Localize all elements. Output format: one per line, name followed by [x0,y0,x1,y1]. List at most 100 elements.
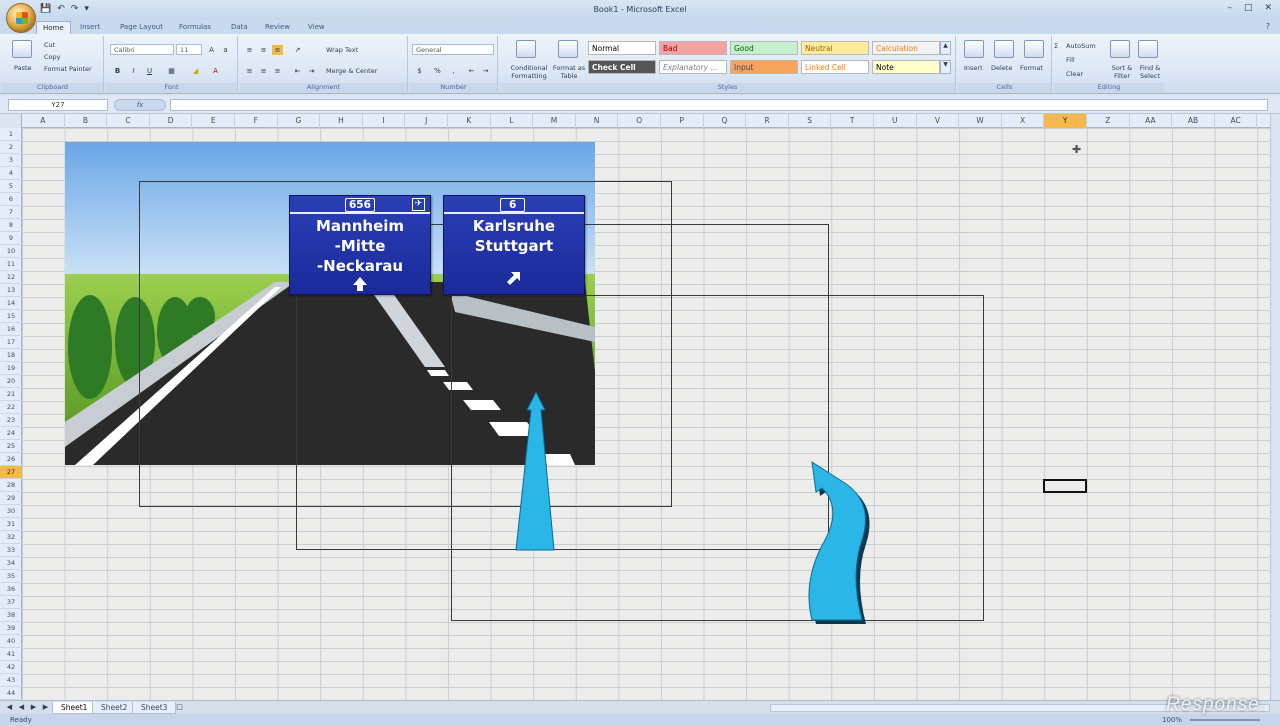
row-header-42[interactable]: 42 [0,661,22,674]
styles-scroll-up-icon[interactable]: ▲ [940,41,951,55]
fill-color-icon[interactable]: ◢ [190,66,201,76]
wrap-text-button[interactable]: Wrap Text [326,46,358,54]
row-header-34[interactable]: 34 [0,557,22,570]
clear-button[interactable]: Clear [1066,70,1083,78]
row-header-43[interactable]: 43 [0,674,22,687]
column-header-e[interactable]: E [192,114,235,128]
column-header-p[interactable]: P [661,114,704,128]
style-neutral[interactable]: Neutral [801,41,869,55]
conditional-formatting-button[interactable]: Conditional Formatting [505,64,553,80]
row-header-9[interactable]: 9 [0,232,22,245]
fill-button[interactable]: Fill [1066,56,1075,64]
column-header-j[interactable]: J [405,114,448,128]
tab-review[interactable]: Review [259,21,296,34]
paste-icon[interactable] [12,40,32,58]
column-header-d[interactable]: D [150,114,193,128]
row-header-22[interactable]: 22 [0,401,22,414]
comma-button[interactable]: , [448,66,459,76]
column-header-n[interactable]: N [576,114,619,128]
close-icon[interactable]: ✕ [1264,3,1272,13]
zoom-level[interactable]: 100% [1162,716,1182,724]
row-header-14[interactable]: 14 [0,297,22,310]
find-select-icon[interactable] [1138,40,1158,58]
style-good[interactable]: Good [730,41,798,55]
insert-sheet-icon[interactable]: □ [174,702,185,712]
format-as-table-button[interactable]: Format as Table [550,64,588,80]
column-header-l[interactable]: L [491,114,534,128]
minimize-icon[interactable]: – [1227,3,1232,13]
column-header-t[interactable]: T [831,114,874,128]
align-bottom-icon[interactable]: ≡ [272,45,283,55]
underline-button[interactable]: U [144,66,155,76]
insert-cells-icon[interactable] [964,40,984,58]
column-header-m[interactable]: M [533,114,576,128]
row-header-5[interactable]: 5 [0,180,22,193]
column-header-c[interactable]: C [107,114,150,128]
row-header-35[interactable]: 35 [0,570,22,583]
column-header-g[interactable]: G [278,114,321,128]
font-name-combo[interactable]: Calibri [110,44,174,55]
style-input[interactable]: Input [730,60,798,74]
row-header-44[interactable]: 44 [0,687,22,700]
row-header-8[interactable]: 8 [0,219,22,232]
sheet-tab-1[interactable]: Sheet1 [52,702,97,714]
active-cell-y27[interactable] [1043,479,1087,493]
row-header-20[interactable]: 20 [0,375,22,388]
name-box[interactable]: Y27 [8,99,108,111]
office-button[interactable] [6,3,36,33]
sign-mannheim[interactable]: 656 ✈ Mannheim -Mitte -Neckarau [289,195,431,295]
align-center-icon[interactable]: ≡ [258,66,269,76]
column-header-u[interactable]: U [874,114,917,128]
sort-filter-button[interactable]: Sort & Filter [1108,64,1136,80]
increase-decimal-icon[interactable]: ← [466,66,477,76]
find-select-button[interactable]: Find & Select [1136,64,1164,80]
percent-button[interactable]: % [432,66,443,76]
grow-font-icon[interactable]: A [206,45,217,55]
column-header-i[interactable]: I [363,114,406,128]
format-painter-button[interactable]: Format Painter [44,65,92,73]
next-sheet-icon[interactable]: ▶ [28,702,39,712]
decrease-indent-icon[interactable]: ⇤ [292,66,303,76]
row-header-10[interactable]: 10 [0,245,22,258]
row-header-1[interactable]: 1 [0,128,22,141]
column-header-z[interactable]: Z [1087,114,1130,128]
column-header-x[interactable]: X [1002,114,1045,128]
currency-icon[interactable]: $ [414,66,425,76]
tab-insert[interactable]: Insert [74,21,106,34]
column-header-aa[interactable]: AA [1130,114,1173,128]
row-header-18[interactable]: 18 [0,349,22,362]
row-header-21[interactable]: 21 [0,388,22,401]
style-bad[interactable]: Bad [659,41,727,55]
increase-indent-icon[interactable]: ⇥ [306,66,317,76]
row-header-12[interactable]: 12 [0,271,22,284]
row-header-2[interactable]: 2 [0,141,22,154]
font-size-combo[interactable]: 11 [176,44,202,55]
italic-button[interactable]: I [128,66,139,76]
tab-view[interactable]: View [302,21,331,34]
row-header-6[interactable]: 6 [0,193,22,206]
column-header-ac[interactable]: AC [1215,114,1258,128]
autosum-icon[interactable]: Σ [1054,42,1058,50]
style-check-cell[interactable]: Check Cell [588,60,656,74]
column-header-a[interactable]: A [22,114,65,128]
column-header-h[interactable]: H [320,114,363,128]
shrink-font-icon[interactable]: a [220,45,231,55]
style-calculation[interactable]: Calculation [872,41,940,55]
orientation-icon[interactable]: ↗ [292,45,303,55]
sheet-tab-3[interactable]: Sheet3 [132,702,177,714]
paste-button[interactable]: Paste [14,64,32,72]
row-header-30[interactable]: 30 [0,505,22,518]
row-header-16[interactable]: 16 [0,323,22,336]
align-top-icon[interactable]: ≡ [244,45,255,55]
prev-sheet-icon[interactable]: ◀ [16,702,27,712]
conditional-formatting-icon[interactable] [516,40,536,58]
sign-karlsruhe[interactable]: 6 Karlsruhe Stuttgart [443,195,585,295]
row-header-19[interactable]: 19 [0,362,22,375]
row-header-41[interactable]: 41 [0,648,22,661]
row-header-32[interactable]: 32 [0,531,22,544]
style-explanatory[interactable]: Explanatory ... [659,60,727,74]
column-header-o[interactable]: O [618,114,661,128]
zoom-slider[interactable] [1190,719,1260,721]
tab-home[interactable]: Home [36,21,71,34]
style-normal[interactable]: Normal [588,41,656,55]
